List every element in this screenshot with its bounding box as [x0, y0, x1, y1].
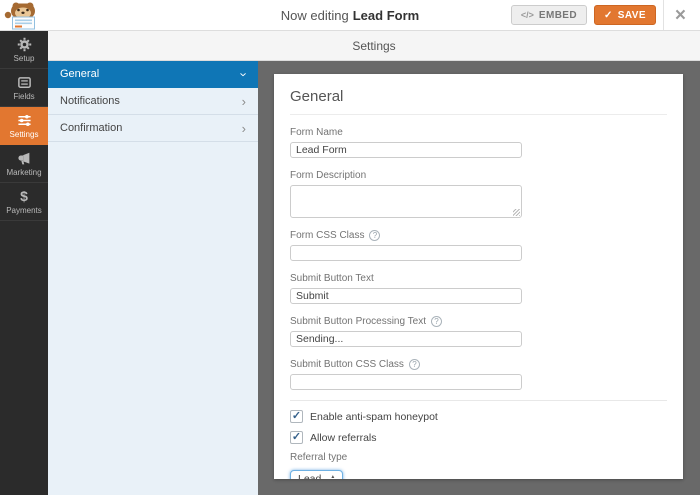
sidebar-item-label: Setup	[14, 54, 35, 63]
embed-button-label: EMBED	[539, 10, 577, 21]
settings-content-area: General Form Name Form Description	[258, 61, 700, 495]
subnav-item-confirmation[interactable]: Confirmation ›	[48, 115, 258, 142]
sidebar-item-setup[interactable]: Setup	[0, 31, 48, 69]
chevron-right-icon: ›	[242, 95, 246, 108]
sidebar-item-payments[interactable]: $ Payments	[0, 183, 48, 221]
help-icon[interactable]: ?	[431, 316, 442, 327]
megaphone-icon	[17, 151, 32, 166]
allow-referrals-checkbox-row[interactable]: ✓ Allow referrals	[290, 431, 667, 444]
form-css-class-label: Form CSS Class	[290, 230, 364, 241]
panel-title-bar: Settings	[48, 31, 700, 61]
referral-type-value: Lead	[298, 473, 321, 479]
form-name-input[interactable]	[290, 142, 522, 158]
form-title: Lead Form	[353, 8, 419, 23]
check-icon: ✓	[604, 10, 613, 21]
now-editing-label: Now editing	[281, 8, 349, 23]
allow-referrals-label: Allow referrals	[310, 432, 377, 444]
panel-title: Settings	[352, 39, 395, 53]
general-settings-panel: General Form Name Form Description	[274, 74, 683, 479]
anti-spam-checkbox-row[interactable]: ✓ Enable anti-spam honeypot	[290, 410, 667, 423]
referral-type-select[interactable]: Lead ▲ ▼	[290, 470, 343, 479]
gear-icon	[17, 37, 32, 52]
save-button[interactable]: ✓ SAVE	[594, 5, 656, 25]
form-name-label: Form Name	[290, 127, 343, 138]
top-bar-actions: </> EMBED ✓ SAVE ×	[511, 0, 700, 30]
sidebar-item-label: Marketing	[6, 168, 41, 177]
checkbox-checked[interactable]: ✓	[290, 431, 303, 444]
submit-processing-text-input[interactable]	[290, 331, 522, 347]
referral-type-label: Referral type	[290, 452, 667, 463]
form-description-label: Form Description	[290, 170, 366, 181]
subnav-item-label: Notifications	[60, 95, 120, 107]
checkbox-checked[interactable]: ✓	[290, 410, 303, 423]
subnav-item-label: Confirmation	[60, 122, 122, 134]
submit-button-text-input[interactable]	[290, 288, 522, 304]
sidebar-item-settings[interactable]: Settings	[0, 107, 48, 145]
page-title: General	[290, 88, 667, 115]
form-description-textarea[interactable]	[290, 185, 522, 218]
fields-icon	[17, 75, 32, 90]
close-icon[interactable]: ×	[671, 6, 690, 25]
subnav-item-label: General	[60, 68, 99, 80]
anti-spam-label: Enable anti-spam honeypot	[310, 411, 438, 423]
submit-processing-text-label: Submit Button Processing Text	[290, 316, 426, 327]
embed-button[interactable]: </> EMBED	[511, 5, 587, 25]
dollar-icon: $	[20, 189, 28, 204]
sidebar-item-label: Fields	[13, 92, 34, 101]
select-arrows-icon: ▲ ▼	[330, 475, 335, 480]
top-bar-divider	[663, 0, 664, 30]
chevron-right-icon: ›	[242, 122, 246, 135]
section-divider	[290, 400, 667, 401]
help-icon[interactable]: ?	[369, 230, 380, 241]
submit-css-class-input[interactable]	[290, 374, 522, 390]
save-button-label: SAVE	[618, 10, 646, 21]
resize-grip[interactable]	[513, 209, 520, 216]
sidebar-item-label: Payments	[6, 206, 42, 215]
help-icon[interactable]: ?	[409, 359, 420, 370]
form-css-class-input[interactable]	[290, 245, 522, 261]
sliders-icon	[17, 113, 32, 128]
code-icon: </>	[521, 10, 534, 20]
sidebar-item-fields[interactable]: Fields	[0, 69, 48, 107]
submit-css-class-label: Submit Button CSS Class	[290, 359, 404, 370]
top-bar: Now editing Lead Form </> EMBED ✓ SAVE ×	[0, 0, 700, 31]
subnav-item-notifications[interactable]: Notifications ›	[48, 88, 258, 115]
sidebar-item-marketing[interactable]: Marketing	[0, 145, 48, 183]
sidebar-item-label: Settings	[10, 130, 39, 139]
settings-subnav: General › Notifications › Confirmation ›	[48, 61, 258, 495]
builder-sidebar: Setup Fields	[0, 31, 48, 495]
chevron-down-icon: ›	[237, 72, 250, 76]
subnav-item-general[interactable]: General ›	[48, 61, 258, 88]
submit-button-text-label: Submit Button Text	[290, 273, 374, 284]
